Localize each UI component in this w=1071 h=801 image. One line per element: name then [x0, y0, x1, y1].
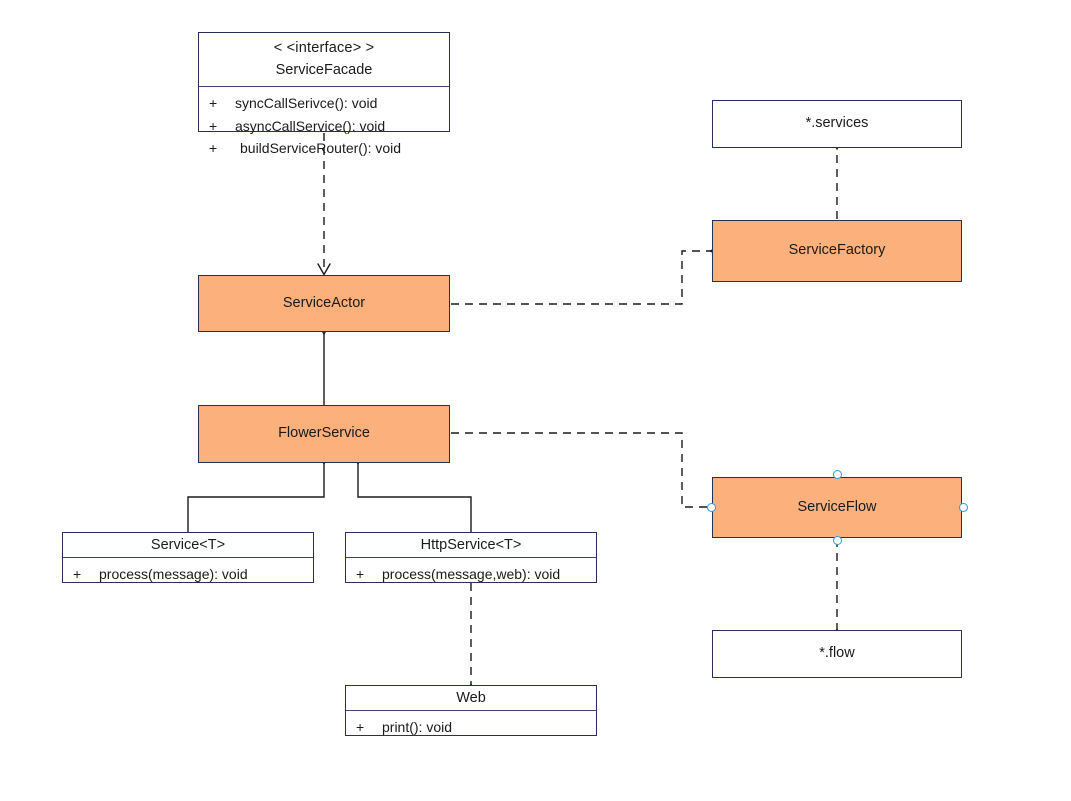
uml-diagram-canvas: < <interface> > ServiceFacade + syncCall…: [0, 0, 1071, 801]
class-members-service-facade: + syncCallSerivce(): void + asyncCallSer…: [199, 87, 449, 165]
class-box-service-flow[interactable]: ServiceFlow: [712, 477, 962, 538]
class-header-http-service: HttpService<T>: [346, 533, 596, 557]
member-row: + process(message,web): void: [356, 563, 596, 586]
class-header-flower-service: FlowerService: [199, 406, 449, 462]
member-signature: process(message,web): void: [382, 566, 561, 582]
member-visibility: +: [73, 566, 82, 582]
class-name-flow-package: *.flow: [819, 645, 855, 662]
class-name-service-facade: ServiceFacade: [275, 61, 373, 78]
edge-http-extends-flower: [358, 464, 472, 532]
member-visibility: +: [356, 566, 365, 582]
class-box-service-facade[interactable]: < <interface> > ServiceFacade + syncCall…: [198, 32, 450, 156]
class-box-service[interactable]: Service<T> + process(message): void: [62, 532, 314, 583]
member-row: + buildServiceRouter(): void: [209, 137, 449, 160]
member-visibility: +: [209, 117, 218, 134]
member-signature: syncCallSerivce(): void: [235, 95, 378, 111]
class-header-service-factory: ServiceFactory: [713, 221, 961, 281]
member-signature: print(): void: [382, 719, 453, 735]
member-signature: process(message): void: [99, 566, 248, 582]
member-visibility: +: [209, 95, 218, 111]
class-name-service-factory: ServiceFactory: [788, 242, 886, 259]
member-signature: asyncCallService(): void: [235, 117, 386, 134]
member-visibility: +: [356, 719, 365, 735]
member-signature: buildServiceRouter(): void: [240, 140, 402, 157]
class-header-service-actor: ServiceActor: [199, 276, 449, 331]
class-name-flower-service: FlowerService: [278, 425, 370, 442]
edge-actor-realizes-factory: [451, 251, 710, 305]
class-name-service-actor: ServiceActor: [282, 294, 366, 311]
class-name-service: Service<T>: [150, 536, 226, 553]
class-box-service-factory[interactable]: ServiceFactory: [712, 220, 962, 282]
class-box-flower-service[interactable]: FlowerService: [198, 405, 450, 463]
class-box-flow-package[interactable]: *.flow: [712, 630, 962, 678]
selection-handle-left[interactable]: [706, 502, 716, 512]
edge-service-extends-flower: [187, 464, 324, 532]
member-row: + print(): void: [356, 716, 596, 739]
selection-handle-bottom[interactable]: [832, 535, 842, 545]
selection-handle-right[interactable]: [958, 502, 968, 512]
class-header-web: Web: [346, 686, 596, 710]
class-box-http-service[interactable]: HttpService<T> + process(message,web): v…: [345, 532, 597, 583]
class-members-service: + process(message): void: [63, 558, 313, 591]
member-visibility: +: [209, 140, 218, 157]
member-row: + syncCallSerivce(): void: [209, 92, 449, 115]
class-members-http-service: + process(message,web): void: [346, 558, 596, 591]
class-header-service: Service<T>: [63, 533, 313, 557]
class-name-web: Web: [456, 689, 486, 706]
member-row: + process(message): void: [73, 563, 313, 586]
class-name-services-package: *.services: [805, 115, 869, 132]
class-header-services-package: *.services: [713, 101, 961, 147]
class-box-service-actor[interactable]: ServiceActor: [198, 275, 450, 332]
class-header-service-flow: ServiceFlow: [713, 478, 961, 537]
class-members-web: + print(): void: [346, 711, 596, 744]
selection-handle-top[interactable]: [832, 469, 842, 479]
class-stereotype-service-facade: < <interface> >: [273, 40, 375, 57]
class-box-web[interactable]: Web + print(): void: [345, 685, 597, 736]
edge-flower-realizes-flow: [451, 432, 710, 507]
class-box-services-package[interactable]: *.services: [712, 100, 962, 148]
class-header-flow-package: *.flow: [713, 631, 961, 677]
class-header-service-facade: < <interface> > ServiceFacade: [199, 33, 449, 86]
member-row: + asyncCallService(): void: [209, 115, 449, 138]
class-name-service-flow: ServiceFlow: [797, 498, 877, 515]
class-name-http-service: HttpService<T>: [420, 536, 522, 553]
